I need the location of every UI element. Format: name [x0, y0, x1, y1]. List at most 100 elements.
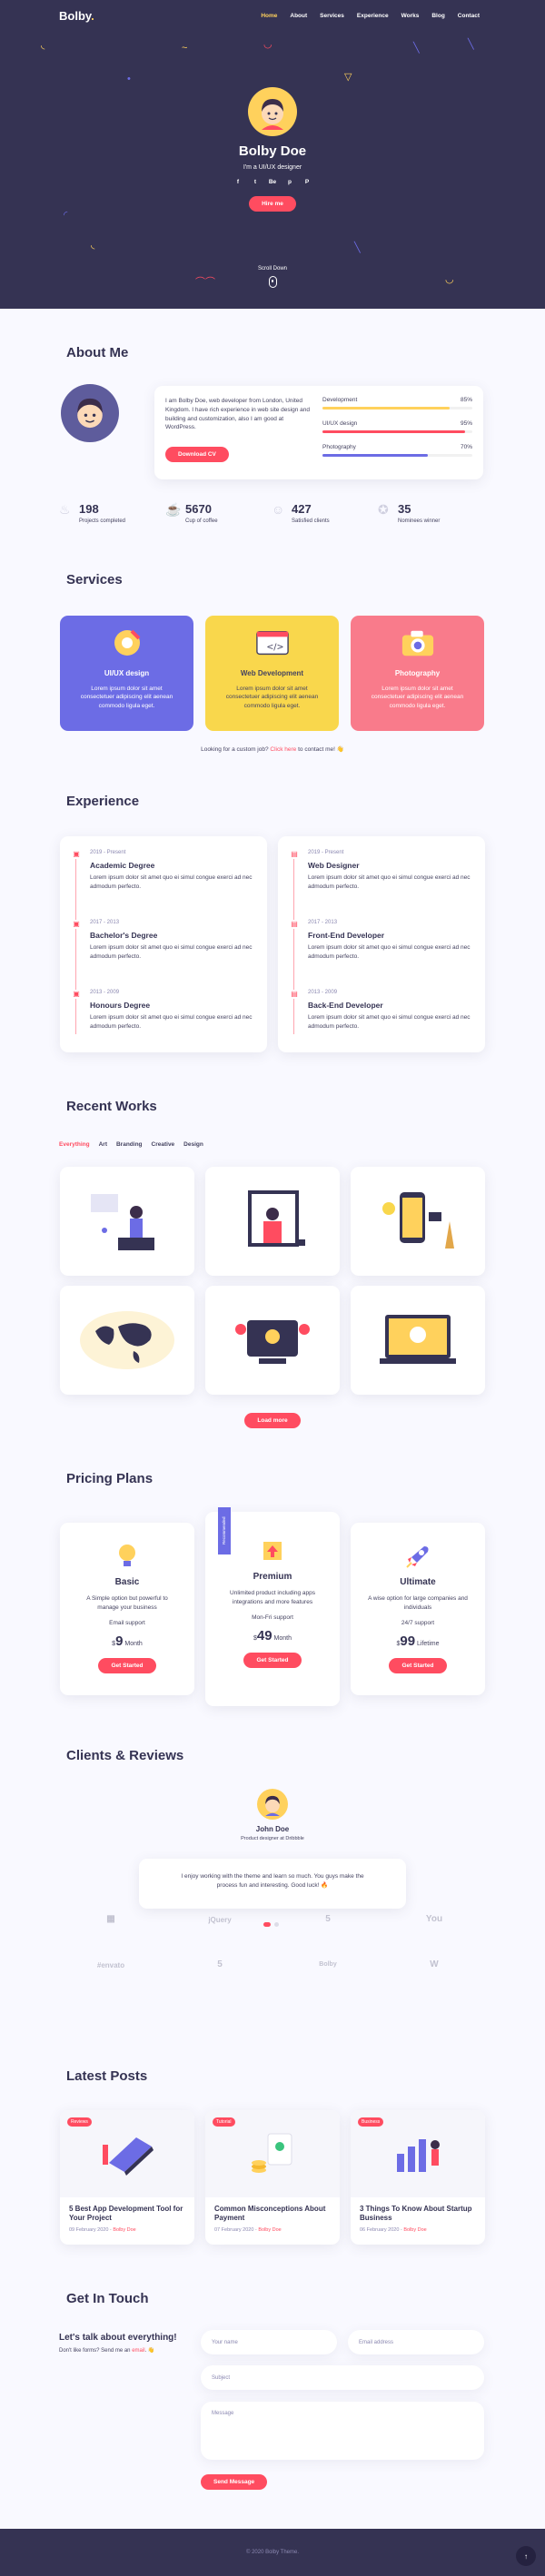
briefcase-icon: ▤ [290, 920, 299, 929]
filter-creative[interactable]: Creative [152, 1141, 175, 1148]
download-cv-button[interactable]: Download CV [165, 447, 229, 462]
post-author[interactable]: Bolby Doe [403, 2227, 426, 2233]
contact-text-post: . 👋 [144, 2348, 155, 2354]
skill-value: 95% [460, 420, 472, 427]
timeline-item: ▤ 2017 - 2013 Front-End Developer Lorem … [290, 920, 471, 962]
post-tag[interactable]: Business [358, 2117, 384, 2127]
post-card[interactable]: Tutorial Common Misconceptions About Pay… [205, 2110, 340, 2245]
get-started-button[interactable]: Get Started [98, 1657, 156, 1673]
skill-name: Development [322, 397, 358, 403]
plan-support: Email support [109, 1619, 145, 1626]
post-date: 09 February 2020 [69, 2226, 109, 2233]
plan-text: A Simple option but powerful to manage y… [86, 1595, 168, 1611]
fact-number: 198 [79, 502, 99, 516]
work-item[interactable] [205, 1286, 340, 1395]
plan-price: $9 Month [60, 1633, 194, 1649]
post-card[interactable]: Reviews 5 Best App Development Tool for … [60, 2110, 194, 2245]
nav-blog[interactable]: Blog [425, 13, 451, 19]
work-item[interactable] [205, 1167, 340, 1276]
plan-text: Unlimited product including apps integra… [230, 1590, 315, 1605]
work-item[interactable] [351, 1167, 485, 1276]
post-title[interactable]: 5 Best App Development Tool for Your Pro… [69, 2205, 185, 2224]
filter-everything[interactable]: Everything [59, 1141, 90, 1148]
load-more-button[interactable]: Load more [244, 1413, 301, 1428]
get-started-button[interactable]: Get Started [389, 1657, 447, 1673]
cup-icon: ☕ [165, 502, 182, 517]
graduation-cap-icon: ▣ [72, 850, 81, 859]
post-tag[interactable]: Tutorial [213, 2117, 235, 2127]
client-logo: jQuery [208, 1916, 232, 1924]
name-input[interactable]: Your name [201, 2330, 337, 2354]
client-logo: 5 [217, 1959, 223, 1969]
plan-text: A wise option for large companies and in… [368, 1595, 468, 1611]
send-message-button[interactable]: Send Message [201, 2474, 268, 2490]
nav-services[interactable]: Services [313, 13, 351, 19]
work-item[interactable] [60, 1286, 194, 1395]
message-textarea[interactable]: Message [201, 2402, 484, 2460]
shape-wave-icon: ~ [182, 43, 188, 54]
filter-design[interactable]: Design [183, 1141, 203, 1148]
nav-contact[interactable]: Contact [451, 13, 486, 19]
fact-item: ♨ 198 Projects completed [59, 502, 165, 524]
about-title: About Me [66, 345, 129, 360]
lightbulb-icon [60, 1543, 194, 1570]
laptop-illustration-icon [103, 2137, 154, 2176]
post-title[interactable]: 3 Things To Know About Startup Business [360, 2205, 476, 2224]
back-to-top-icon[interactable]: ↑ [516, 2546, 536, 2566]
service-title: Web Development [240, 669, 304, 677]
timeline-item: ▤ 2013 - 2009 Back-End Developer Lorem i… [290, 990, 471, 1031]
contact-link[interactable]: Click here [270, 746, 296, 753]
subject-input[interactable]: Subject [201, 2365, 484, 2390]
pinterest-icon[interactable]: P [302, 179, 312, 185]
timeline-text: Lorem ipsum dolor sit amet quo ei simul … [308, 874, 471, 890]
filter-art[interactable]: Art [99, 1141, 107, 1148]
nav-about[interactable]: About [283, 13, 313, 19]
nav-works[interactable]: Works [395, 13, 426, 19]
timeline-date: 2013 - 2009 [90, 990, 120, 995]
timeline-title: Front-End Developer [308, 931, 385, 940]
social-links: f t Be p P [0, 179, 545, 185]
logo-text: Bolby [59, 8, 92, 23]
filter-branding[interactable]: Branding [116, 1141, 143, 1148]
post-author[interactable]: Bolby Doe [113, 2227, 135, 2233]
facebook-icon[interactable]: f [233, 179, 243, 185]
pricing-card-premium: Recommended Premium Unlimited product in… [205, 1507, 340, 1706]
service-card-web[interactable]: </> Web Development Lorem ipsum dolor si… [205, 616, 339, 731]
post-card[interactable]: Business 3 Things To Know About Startup … [351, 2110, 485, 2245]
service-card-photo[interactable]: Photography Lorem ipsum dolor sit amet c… [351, 616, 484, 731]
camera-icon [401, 626, 435, 660]
client-logo: You [425, 1914, 443, 1924]
email-input[interactable]: Email address [348, 2330, 484, 2354]
dribbble-icon[interactable]: p [285, 179, 294, 185]
work-item[interactable] [351, 1286, 485, 1395]
contact-text: Don't like forms? Send me an email. 👋 [59, 2347, 154, 2354]
scroll-down[interactable]: Scroll Down [0, 266, 545, 288]
twitter-icon[interactable]: t [251, 179, 260, 185]
logo[interactable]: Bolby. [59, 9, 94, 23]
behance-icon[interactable]: Be [268, 179, 277, 185]
design-tools-icon [110, 626, 144, 660]
shape-line-icon: ╲ [354, 242, 361, 253]
hire-me-button[interactable]: Hire me [249, 196, 296, 212]
email-link[interactable]: email [132, 2348, 144, 2354]
shape-triangle-icon: ▽ [344, 72, 352, 83]
get-started-button[interactable]: Get Started [243, 1652, 302, 1668]
post-meta: 09 February 2020 · Bolby Doe [69, 2226, 136, 2233]
note-text: Looking for a custom job? [201, 746, 269, 753]
client-logo: ▦ [106, 1914, 115, 1924]
contact-text-pre: Don't like forms? Send me an [59, 2348, 131, 2354]
client-name: John Doe [255, 1825, 290, 1833]
timeline-date: 2019 - Present [90, 850, 126, 855]
post-image: Business [351, 2110, 485, 2197]
nav-experience[interactable]: Experience [351, 13, 395, 19]
post-title[interactable]: Common Misconceptions About Payment [214, 2205, 331, 2224]
nav-home[interactable]: Home [254, 13, 283, 19]
timeline-item: ▤ 2019 - Present Web Designer Lorem ipsu… [290, 850, 471, 892]
post-author[interactable]: Bolby Doe [258, 2227, 281, 2233]
illustration-icon [235, 1320, 310, 1364]
client-avatar [257, 1789, 288, 1820]
post-image: Tutorial [205, 2110, 340, 2197]
post-tag[interactable]: Reviews [67, 2117, 92, 2127]
work-item[interactable] [60, 1167, 194, 1276]
service-card-uiux[interactable]: UI/UX design Lorem ipsum dolor sit amet … [60, 616, 193, 731]
